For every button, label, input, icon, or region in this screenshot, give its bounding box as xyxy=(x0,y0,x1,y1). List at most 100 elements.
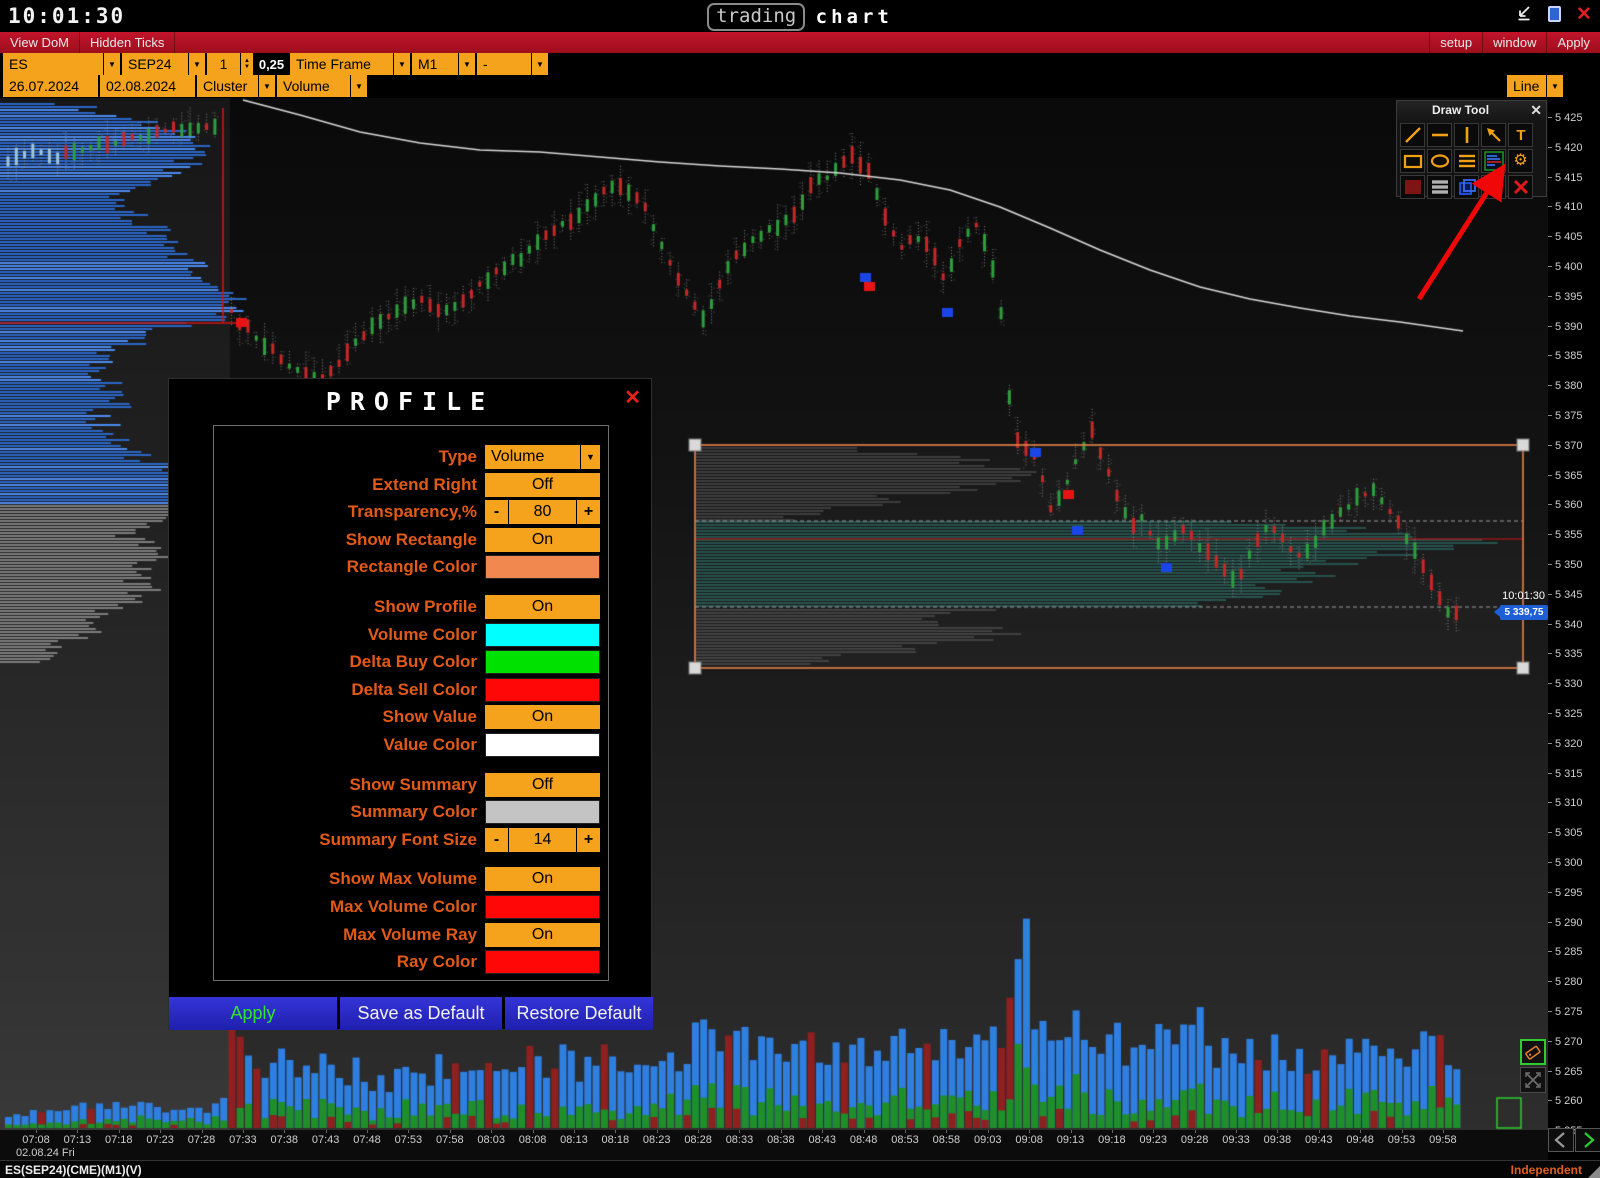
minus-button[interactable]: - xyxy=(485,500,509,524)
transparency--stepper[interactable]: -80+ xyxy=(485,500,600,524)
close-icon[interactable]: ✕ xyxy=(624,385,641,410)
chevron-down-icon[interactable]: ▼ xyxy=(1546,75,1563,97)
time-tick-label: 07:43 xyxy=(312,1134,340,1146)
tool-layers-tool[interactable] xyxy=(1454,175,1479,199)
scroll-right-button[interactable] xyxy=(1575,1128,1600,1152)
delta-buy-color-swatch[interactable] xyxy=(485,650,600,674)
contract-select[interactable]: SEP24 ▼ xyxy=(122,53,205,75)
tool-line-vertical[interactable] xyxy=(1454,123,1479,147)
plus-button[interactable]: + xyxy=(576,828,600,852)
price-tick: 5 400 xyxy=(1548,261,1600,273)
tool-clear-red[interactable] xyxy=(1508,175,1533,199)
resize-grip[interactable] xyxy=(1588,1166,1600,1178)
timeframe-select[interactable]: M1 ▼ xyxy=(412,53,475,75)
price-scale[interactable]: 5 4255 4205 4155 4105 4055 4005 3955 390… xyxy=(1548,98,1600,1160)
chevron-down-icon[interactable]: ▼ xyxy=(103,53,120,75)
symbol-select[interactable]: ES ▼ xyxy=(3,53,120,75)
tool-rectangle-tool[interactable] xyxy=(1400,149,1425,173)
summary-color-swatch[interactable] xyxy=(485,800,600,824)
date-from-button[interactable]: 26.07.2024 xyxy=(3,75,98,97)
tool-levels-tool[interactable] xyxy=(1454,149,1479,173)
max-volume-ray-toggle[interactable]: On xyxy=(485,923,600,947)
tool-arrow[interactable] xyxy=(1481,123,1506,147)
tool-line-diagonal[interactable] xyxy=(1400,123,1425,147)
cluster-select[interactable]: Cluster ▼ xyxy=(197,75,275,97)
time-tick-dash xyxy=(1319,1130,1320,1133)
time-tick-dash xyxy=(698,1130,699,1133)
restore-icon[interactable] xyxy=(1544,4,1564,24)
price-tick: 5 290 xyxy=(1548,917,1600,929)
timeframe-menu[interactable]: Time Frame ▼ xyxy=(290,53,410,75)
time-tick-dash xyxy=(1402,1130,1403,1133)
minus-button[interactable]: - xyxy=(485,828,509,852)
spinner-arrows-icon[interactable]: ▲▼ xyxy=(240,53,253,75)
show-rectangle-toggle[interactable]: On xyxy=(485,528,600,552)
plus-button[interactable]: + xyxy=(576,500,600,524)
chevron-down-icon[interactable]: ▼ xyxy=(258,75,275,97)
close-icon[interactable]: ✕ xyxy=(1530,102,1542,119)
setting-label: Ray Color xyxy=(222,950,477,974)
tool-clear-gray[interactable] xyxy=(1481,175,1506,199)
tool-summary-tool[interactable] xyxy=(1427,175,1452,199)
draw-tool-title: Draw Tool xyxy=(1397,103,1524,117)
tool-line-horizontal[interactable] xyxy=(1427,123,1452,147)
date-to-button[interactable]: 02.08.2024 xyxy=(100,75,195,97)
tool-text-tool[interactable]: T xyxy=(1508,123,1533,147)
menu-item-window[interactable]: window xyxy=(1482,32,1546,53)
delta-sell-color-swatch[interactable] xyxy=(485,678,600,702)
chevron-down-icon[interactable]: ▼ xyxy=(393,53,410,75)
time-axis[interactable]: 02.08.24 Fri 07:0807:1307:1807:2307:2807… xyxy=(0,1130,1548,1160)
tool-settings-gear[interactable]: ⚙ xyxy=(1508,149,1533,173)
close-icon[interactable]: ✕ xyxy=(1574,4,1594,24)
tool-ellipse-tool[interactable] xyxy=(1427,149,1452,173)
rectangle-color-swatch[interactable] xyxy=(485,555,600,579)
time-tick-label: 08:58 xyxy=(933,1134,961,1146)
tool-filled-rect-tool[interactable] xyxy=(1400,175,1425,199)
time-tick-dash xyxy=(615,1130,616,1133)
window-controls: ✕ xyxy=(1514,4,1594,24)
menu-item-hidden-ticks[interactable]: Hidden Ticks xyxy=(80,32,175,53)
menu-item-apply[interactable]: Apply xyxy=(1546,32,1600,53)
volume-select[interactable]: Volume ▼ xyxy=(277,75,367,97)
chevron-down-icon[interactable]: ▼ xyxy=(531,53,548,75)
volume-color-swatch[interactable] xyxy=(485,623,600,647)
minimize-icon[interactable] xyxy=(1514,4,1534,24)
show-value-toggle[interactable]: On xyxy=(485,705,600,729)
draw-tool-header[interactable]: Draw Tool ✕ xyxy=(1397,101,1546,121)
menu-item-setup[interactable]: setup xyxy=(1429,32,1482,53)
indicator-select[interactable]: - ▼ xyxy=(477,53,548,75)
price-tick-label: 5 395 xyxy=(1555,291,1583,303)
save-as-default-button[interactable]: Save as Default xyxy=(340,997,502,1030)
expand-tool-button[interactable] xyxy=(1520,1067,1546,1093)
max-volume-color-swatch[interactable] xyxy=(485,895,600,919)
apply-button[interactable]: Apply xyxy=(169,997,337,1030)
scroll-left-button[interactable] xyxy=(1548,1128,1574,1152)
qty-stepper[interactable]: 1 ▲▼ xyxy=(207,53,253,75)
menu-item-view-dom[interactable]: View DoM xyxy=(0,32,80,53)
time-tick-dash xyxy=(326,1130,327,1133)
chevron-down-icon[interactable]: ▼ xyxy=(350,75,367,97)
time-tick-dash xyxy=(243,1130,244,1133)
price-tick-label: 5 400 xyxy=(1555,261,1583,273)
chevron-down-icon[interactable]: ▼ xyxy=(458,53,475,75)
time-tick-label: 09:13 xyxy=(1057,1134,1085,1146)
price-tick-label: 5 280 xyxy=(1555,976,1583,988)
chevron-down-icon[interactable]: ▼ xyxy=(580,445,600,469)
extend-right-toggle[interactable]: Off xyxy=(485,473,600,497)
show-max-volume-toggle[interactable]: On xyxy=(485,867,600,891)
setting-label: Value Color xyxy=(222,733,477,757)
show-profile-toggle[interactable]: On xyxy=(485,595,600,619)
clear-gray-icon xyxy=(1482,175,1506,199)
type-dropdown[interactable]: Volume▼ xyxy=(485,445,600,469)
ray-color-swatch[interactable] xyxy=(485,950,600,974)
show-summary-toggle[interactable]: Off xyxy=(485,773,600,797)
chevron-down-icon[interactable]: ▼ xyxy=(188,53,205,75)
value-color-swatch[interactable] xyxy=(485,733,600,757)
menubar: View DoMHidden Ticks setupwindowApply xyxy=(0,32,1600,53)
restore-default-button[interactable]: Restore Default xyxy=(505,997,653,1030)
time-tick-label: 07:53 xyxy=(395,1134,423,1146)
summary-font-size-stepper[interactable]: -14+ xyxy=(485,828,600,852)
price-tag-tool-button[interactable] xyxy=(1520,1039,1546,1065)
line-tool-select[interactable]: Line ▼ xyxy=(1507,75,1563,97)
tool-profile-tool[interactable] xyxy=(1481,149,1506,173)
